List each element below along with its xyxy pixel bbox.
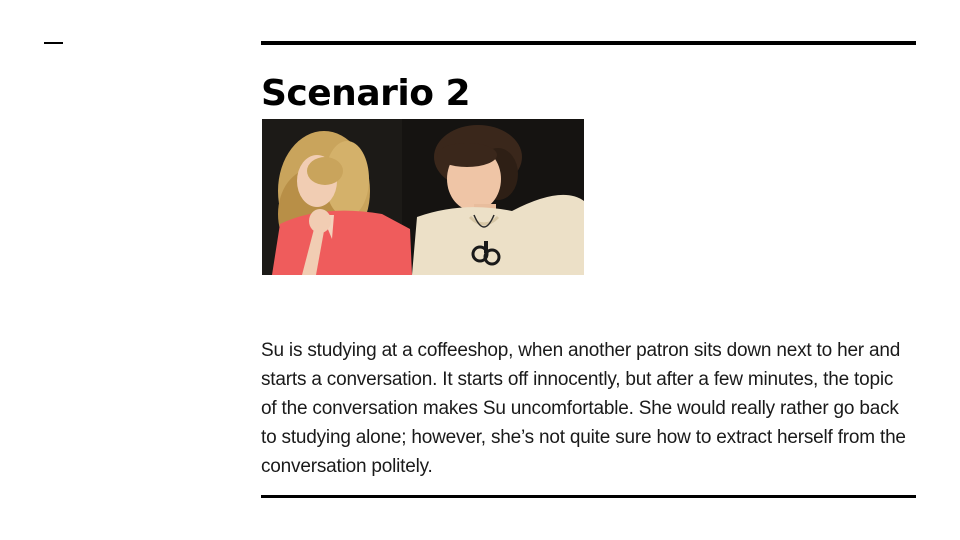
photo-illustration xyxy=(262,119,584,275)
corner-dash xyxy=(44,42,63,44)
scenario-photo xyxy=(262,119,584,275)
slide-title: Scenario 2 xyxy=(261,73,471,114)
top-rule xyxy=(261,41,916,45)
slide: Scenario 2 Su is studying at a coffeesho… xyxy=(0,0,960,540)
bottom-rule xyxy=(261,495,916,498)
scenario-description: Su is studying at a coffeeshop, when ano… xyxy=(261,340,906,477)
